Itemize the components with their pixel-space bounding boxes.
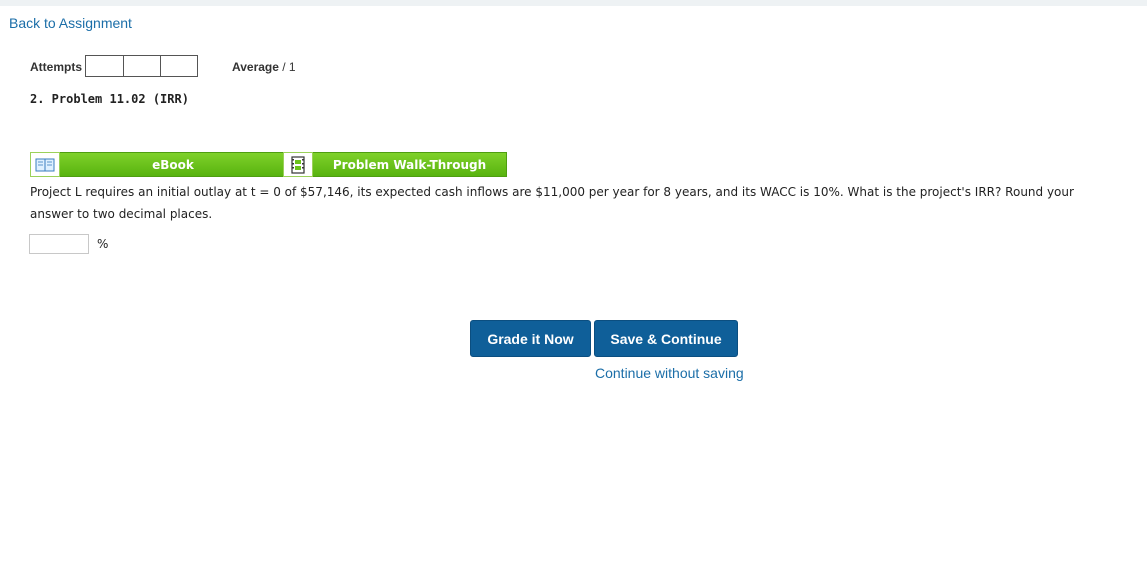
ebook-label: eBook xyxy=(60,152,287,177)
back-to-assignment-link[interactable]: Back to Assignment xyxy=(9,15,132,31)
attempts-label: Attempts xyxy=(30,60,83,74)
average-value: / 1 xyxy=(282,60,296,74)
top-bar xyxy=(0,0,1147,6)
grade-it-now-button[interactable]: Grade it Now xyxy=(470,320,591,357)
attempts-indicator xyxy=(85,55,198,77)
answer-unit: % xyxy=(97,237,109,251)
continue-without-saving-link[interactable]: Continue without saving xyxy=(595,365,744,381)
average-label: Average xyxy=(232,60,279,74)
question-text: Project L requires an initial outlay at … xyxy=(30,185,1074,221)
attempt-box-3 xyxy=(160,55,198,77)
save-and-continue-button[interactable]: Save & Continue xyxy=(594,320,738,357)
irr-answer-input[interactable] xyxy=(29,234,89,254)
attempt-box-2 xyxy=(123,55,161,77)
ebook-icon-box xyxy=(30,152,60,177)
average-score: Average / 1 xyxy=(232,60,296,74)
book-icon xyxy=(35,158,55,171)
problem-title: 2. Problem 11.02 (IRR) xyxy=(30,92,189,106)
ebook-button[interactable]: eBook xyxy=(30,152,287,177)
attempt-box-1 xyxy=(85,55,124,77)
problem-walkthrough-button[interactable]: Problem Walk-Through xyxy=(283,152,507,177)
film-icon xyxy=(291,155,305,174)
walkthrough-icon-box xyxy=(283,152,313,177)
walkthrough-label: Problem Walk-Through xyxy=(313,152,507,177)
